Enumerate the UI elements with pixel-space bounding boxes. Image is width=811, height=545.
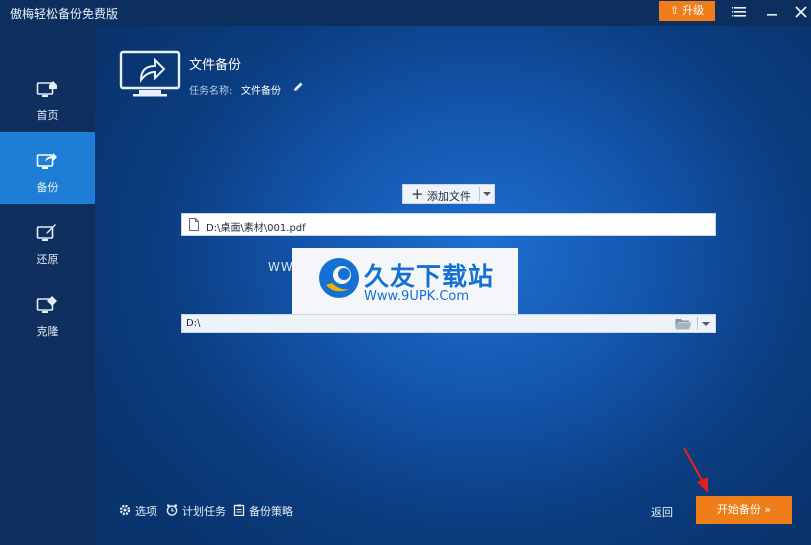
file-backup-monitor-icon (119, 50, 181, 97)
upgrade-arrow-icon: ⇧ (669, 4, 680, 17)
red-pointer-arrow-icon (683, 447, 708, 493)
clipboard-icon (233, 504, 245, 516)
watermark-url: Www.9UPK.Com (364, 289, 470, 304)
plus-icon: + (411, 185, 424, 203)
clock-icon (166, 504, 178, 516)
start-backup-button[interactable]: 开始备份 » (696, 496, 792, 524)
sidebar-item-label: 还原 (36, 253, 59, 266)
sidebar-item-restore[interactable]: 还原 (0, 204, 95, 276)
schedule-label: 计划任务 (182, 505, 226, 518)
sidebar-item-backup[interactable]: 备份 (0, 132, 95, 204)
source-file-list[interactable]: D:\桌面\素材\001.pdf (181, 213, 716, 236)
upgrade-label: 升级 (682, 4, 705, 17)
sidebar-item-label: 首页 (36, 109, 59, 122)
minimize-icon[interactable] (764, 4, 780, 20)
divider (697, 317, 698, 330)
source-file-path[interactable]: D:\桌面\素材\001.pdf (206, 219, 306, 234)
sidebar-item-clone[interactable]: 克隆 (0, 276, 95, 348)
restore-monitor-icon (36, 224, 56, 241)
options-label: 选项 (135, 505, 157, 518)
gear-icon (119, 504, 131, 516)
destination-path[interactable]: D:\ (186, 318, 200, 329)
sidebar-item-home[interactable]: 首页 (0, 60, 95, 132)
destination-path-field[interactable]: D:\ (181, 314, 716, 333)
close-icon[interactable] (793, 4, 809, 20)
sidebar-item-label: 备份 (36, 181, 59, 194)
watermark-overlay: 久友下载站 Www.9UPK.Com (292, 248, 518, 314)
task-name-value: 文件备份 (241, 86, 281, 97)
upgrade-button[interactable]: ⇧ 升级 (659, 1, 715, 21)
sidebar-item-label: 克隆 (36, 325, 59, 338)
window-title: 傲梅轻松备份免费版 (10, 7, 119, 21)
watermark-logo-icon (319, 258, 359, 298)
divider (479, 187, 480, 201)
edit-pencil-icon[interactable] (293, 81, 304, 92)
task-title: 文件备份 (189, 58, 242, 73)
back-button[interactable]: 返回 (651, 504, 673, 520)
backup-policy-label: 备份策略 (249, 505, 293, 518)
clone-monitor-icon (36, 296, 57, 313)
chevron-down-icon[interactable] (483, 192, 491, 196)
home-monitor-icon (36, 81, 57, 97)
chevron-down-icon[interactable] (702, 322, 710, 326)
folder-open-icon[interactable] (675, 318, 692, 330)
task-name-label: 任务名称: (189, 86, 233, 97)
watermark-brand: 久友下载站 (364, 262, 495, 291)
main-panel: 文件备份 任务名称: 文件备份 + 添加文件 D:\桌面\素材\001.pdf … (95, 26, 811, 545)
backup-monitor-icon (36, 153, 57, 169)
sidebar: 首页 备份 还原 克隆 (0, 26, 95, 545)
add-file-label: 添加文件 (427, 190, 471, 203)
menu-icon[interactable] (732, 4, 748, 20)
add-file-button[interactable]: + 添加文件 (402, 184, 495, 204)
title-bar: 傲梅轻松备份免费版 ⇧ 升级 (0, 0, 811, 26)
file-icon (189, 218, 199, 231)
